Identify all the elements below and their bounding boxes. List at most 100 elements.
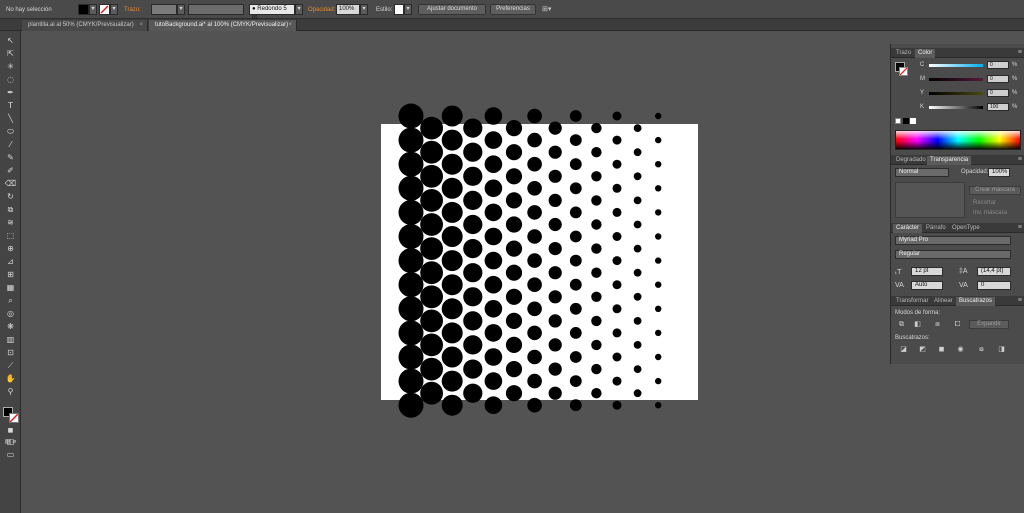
tab-opentype[interactable]: OpenType: [949, 224, 983, 233]
halftone-dot: [420, 357, 443, 381]
halftone-dot: [569, 302, 582, 315]
unite-icon[interactable]: ⧉: [897, 321, 906, 329]
pathfinders-label: Buscatrazos:: [895, 335, 930, 341]
character-panel-header: Carácter Párrafo OpenType ≡: [891, 223, 1024, 233]
halftone-dot: [591, 339, 602, 351]
halftone-dot: [548, 290, 562, 304]
halftone-dot: [420, 309, 443, 333]
transparency-opacity-field[interactable]: 100%: [988, 168, 1010, 177]
halftone-dot: [548, 145, 562, 159]
halftone-dot: [527, 373, 542, 389]
halftone-dot: [484, 396, 503, 415]
channel-c-unit: %: [1012, 62, 1018, 68]
leading-icon: ‡A: [959, 268, 968, 275]
halftone-dot: [591, 388, 602, 399]
make-mask-button[interactable]: Crear máscara: [969, 186, 1021, 195]
halftone-dot: [591, 315, 602, 327]
channel-y-unit: %: [1012, 90, 1018, 96]
panel-menu-icon[interactable]: ≡: [1018, 155, 1022, 164]
tab-paragraph[interactable]: Párrafo: [923, 224, 949, 233]
tab-character[interactable]: Carácter: [893, 224, 923, 233]
channel-m-unit: %: [1012, 76, 1018, 82]
intersect-icon[interactable]: ⧈: [933, 321, 942, 329]
tracking-field[interactable]: 0: [977, 281, 1011, 290]
tab-pathfinder[interactable]: Buscatrazos: [956, 297, 996, 306]
minus-front-icon[interactable]: ◧: [913, 321, 922, 329]
halftone-dot: [655, 353, 662, 361]
white-swatch[interactable]: [910, 118, 916, 124]
halftone-dot: [441, 370, 463, 392]
halftone-dot: [548, 169, 562, 183]
transparency-panel-header: Degradado Transparencia ≡: [891, 155, 1024, 165]
channel-k-slider[interactable]: [929, 106, 983, 109]
channel-y-label: Y: [920, 90, 925, 96]
tab-stroke[interactable]: Trazo: [893, 49, 914, 58]
halftone-dot: [463, 383, 483, 403]
halftone-dot: [655, 281, 662, 288]
halftone-dot: [398, 199, 424, 225]
font-style-field[interactable]: Regular: [895, 250, 1011, 259]
trim-icon[interactable]: ◩: [918, 346, 927, 354]
halftone-dot: [505, 264, 523, 281]
halftone-dot: [612, 183, 622, 193]
tab-gradient[interactable]: Degradado: [893, 156, 929, 165]
panel-menu-icon[interactable]: ≡: [1018, 223, 1022, 232]
channel-y-slider[interactable]: [929, 92, 983, 95]
halftone-dot: [548, 314, 562, 328]
halftone-dot: [463, 359, 483, 379]
divide-icon[interactable]: ◪: [899, 346, 908, 354]
leading-field[interactable]: (14,4 pt): [977, 267, 1011, 276]
color-stroke-box[interactable]: [899, 67, 908, 76]
channel-c-value[interactable]: 0: [987, 61, 1009, 69]
color-spectrum[interactable]: [895, 130, 1021, 150]
merge-icon[interactable]: ◼: [937, 346, 946, 354]
halftone-dot: [398, 320, 424, 346]
halftone-dot: [420, 237, 443, 260]
halftone-dot: [441, 274, 463, 296]
halftone-dot: [655, 305, 662, 312]
halftone-dot: [612, 207, 622, 217]
tab-color[interactable]: Color: [915, 49, 936, 58]
channel-c-slider[interactable]: [929, 64, 983, 67]
halftone-dot: [655, 402, 662, 409]
channel-k-value[interactable]: 100: [987, 103, 1009, 111]
black-swatch[interactable]: [903, 118, 909, 124]
kerning-field[interactable]: Auto: [911, 281, 943, 290]
channel-m-value[interactable]: 0: [987, 75, 1009, 83]
halftone-dot: [527, 156, 542, 172]
halftone-dot: [398, 392, 424, 418]
clip-checkbox-label[interactable]: Recortar: [973, 200, 996, 206]
halftone-dot: [484, 372, 503, 390]
halftone-dot: [398, 368, 424, 394]
halftone-dot: [655, 185, 662, 192]
channel-k-unit: %: [1012, 104, 1018, 110]
kerning-icon: VA: [895, 282, 904, 289]
tab-transform[interactable]: Transformar: [893, 297, 931, 306]
tab-align[interactable]: Alinear: [931, 297, 956, 306]
halftone-dot: [655, 329, 662, 337]
halftone-dot: [591, 147, 602, 158]
none-swatch[interactable]: [895, 118, 901, 124]
halftone-dot: [612, 280, 622, 290]
panel-menu-icon[interactable]: ≡: [1018, 48, 1022, 57]
tab-transparency[interactable]: Transparencia: [927, 156, 972, 165]
mask-thumbnail: [895, 182, 965, 218]
outline-icon[interactable]: ⧇: [977, 346, 986, 354]
exclude-icon[interactable]: ⧠: [953, 321, 962, 329]
halftone-dot: [420, 189, 443, 212]
crop-icon[interactable]: ◉: [956, 346, 965, 354]
expand-button[interactable]: Expandir: [969, 320, 1009, 329]
font-family-field[interactable]: Myriad Pro: [895, 236, 1011, 245]
halftone-dot: [527, 277, 542, 293]
channel-m-slider[interactable]: [929, 78, 983, 81]
channel-y-value[interactable]: 0: [987, 89, 1009, 97]
minus-back-icon[interactable]: ◨: [997, 346, 1006, 354]
pathfinder-panel-header: Transformar Alinear Buscatrazos ≡: [891, 296, 1024, 306]
halftone-dot: [398, 344, 424, 370]
halftone-dot: [484, 179, 503, 198]
font-size-field[interactable]: 12 pt: [911, 267, 943, 276]
blend-mode-select[interactable]: Normal: [895, 168, 949, 177]
panel-menu-icon[interactable]: ≡: [1018, 296, 1022, 305]
invert-mask-checkbox-label[interactable]: Inv. máscara: [973, 210, 1007, 216]
halftone-dot: [612, 328, 622, 338]
